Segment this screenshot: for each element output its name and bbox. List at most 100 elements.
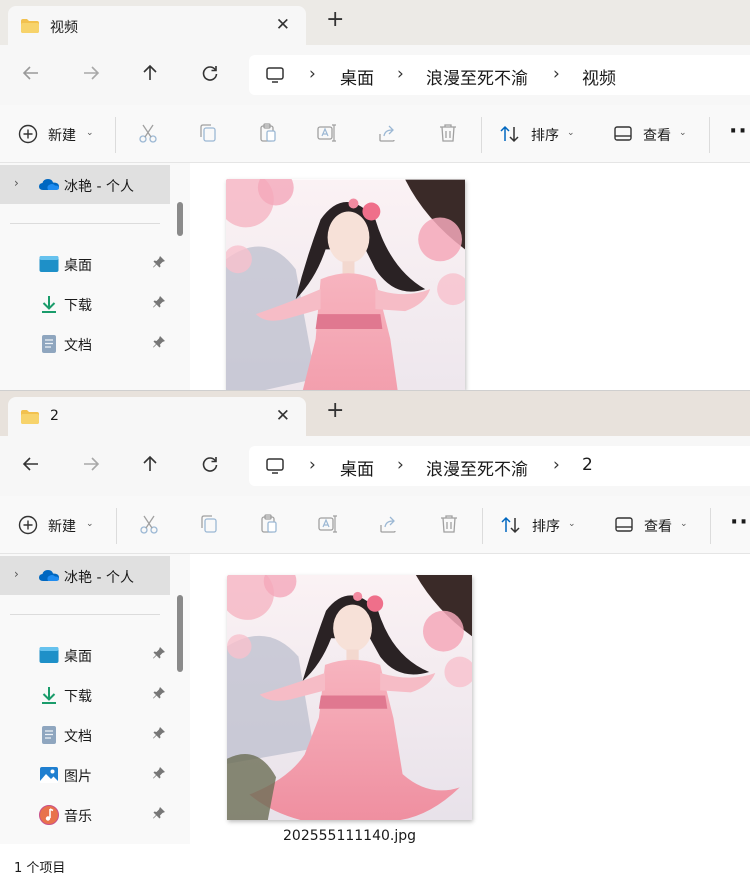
explorer-window-2: 2 ✕ + › 桌面 › 浪漫至死不渝 › 2 新建 ⌄ 排序 ⌄ 查看 ⌄ ·… xyxy=(0,390,750,873)
cut-button[interactable] xyxy=(137,122,161,146)
forward-button[interactable] xyxy=(77,61,105,89)
delete-button[interactable] xyxy=(437,122,461,146)
sidebar-scrollbar[interactable] xyxy=(177,202,183,236)
view-label: 查看 xyxy=(644,519,672,535)
breadcrumb-current[interactable]: 视频 xyxy=(582,64,616,89)
new-button[interactable]: 新建 ⌄ xyxy=(18,122,98,146)
pin-icon xyxy=(153,336,165,348)
sort-icon xyxy=(500,125,519,143)
breadcrumb-desktop[interactable]: 桌面 xyxy=(340,455,374,480)
tab-2[interactable]: 2 ✕ xyxy=(8,397,306,436)
chevron-right-icon[interactable]: › xyxy=(14,567,19,581)
copy-icon xyxy=(200,124,216,142)
sidebar-item-desktop[interactable]: 桌面 xyxy=(0,246,170,282)
breadcrumb-current[interactable]: 2 xyxy=(582,455,593,475)
paste-button[interactable] xyxy=(257,122,281,146)
chevron-down-icon: ⌄ xyxy=(567,128,575,138)
share-icon xyxy=(380,516,396,533)
trash-icon xyxy=(440,124,456,142)
sidebar-item-label: 桌面 xyxy=(64,649,92,665)
music-icon xyxy=(39,805,59,825)
this-pc-icon xyxy=(266,458,284,474)
chevron-right-icon: › xyxy=(553,455,560,475)
sidebar-item-downloads[interactable]: 下载 xyxy=(0,677,170,713)
sort-icon xyxy=(501,516,520,534)
new-tab-button[interactable]: + xyxy=(326,400,344,422)
navigation-pane: › 冰艳 - 个人 桌面 下载 文档 图片 音乐 xyxy=(0,554,190,844)
new-button[interactable]: 新建 ⌄ xyxy=(18,513,98,537)
share-button[interactable] xyxy=(377,122,401,146)
up-button[interactable] xyxy=(136,61,164,89)
copy-button[interactable] xyxy=(197,122,221,146)
sidebar-onedrive-label: 冰艳 - 个人 xyxy=(64,570,134,586)
sidebar-divider xyxy=(10,614,160,615)
address-bar[interactable]: › 桌面 › 浪漫至死不渝 › 2 xyxy=(249,446,750,486)
copy-button[interactable] xyxy=(198,513,222,537)
onedrive-cloud-icon xyxy=(39,179,59,190)
sidebar-item-desktop[interactable]: 桌面 xyxy=(0,637,170,673)
forward-button[interactable] xyxy=(77,452,105,480)
paste-button[interactable] xyxy=(258,513,282,537)
sidebar-item-music[interactable]: 音乐 xyxy=(0,797,170,833)
chevron-right-icon: › xyxy=(553,64,560,84)
view-label: 查看 xyxy=(643,128,671,144)
navigation-pane: › 冰艳 - 个人 桌面 下载 文档 xyxy=(0,163,190,390)
cut-button[interactable] xyxy=(138,513,162,537)
pink-hanfu-girl-image xyxy=(227,575,472,820)
up-button[interactable] xyxy=(136,452,164,480)
trash-icon xyxy=(441,515,457,533)
desktop-icon xyxy=(39,256,59,272)
arrow-up-icon xyxy=(143,455,157,471)
pin-icon xyxy=(153,687,165,699)
more-options-button[interactable]: ··· xyxy=(730,510,750,535)
tab-videos[interactable]: 视频 ✕ xyxy=(8,6,306,45)
new-label: 新建 xyxy=(48,128,76,144)
cut-icon xyxy=(140,515,158,534)
refresh-button[interactable] xyxy=(196,61,224,89)
breadcrumb-folder[interactable]: 浪漫至死不渝 xyxy=(426,455,528,480)
view-button[interactable]: 查看 ⌄ xyxy=(613,122,693,146)
sidebar-item-onedrive[interactable]: › 冰艳 - 个人 xyxy=(0,165,170,204)
close-tab-button[interactable]: ✕ xyxy=(276,406,290,426)
back-button[interactable] xyxy=(17,452,45,480)
arrow-right-icon xyxy=(84,66,100,80)
image-thumbnail[interactable] xyxy=(227,575,472,820)
more-options-button[interactable]: ··· xyxy=(729,119,750,144)
arrow-left-icon xyxy=(22,457,38,471)
new-tab-button[interactable]: + xyxy=(326,9,344,31)
tab-title: 视频 xyxy=(50,20,78,36)
sidebar-item-documents[interactable]: 文档 xyxy=(0,717,170,753)
chevron-down-icon: ⌄ xyxy=(86,519,94,529)
sort-button[interactable]: 排序 ⌄ xyxy=(500,513,580,537)
tab-strip: 2 ✕ + xyxy=(0,391,750,436)
sort-button[interactable]: 排序 ⌄ xyxy=(499,122,579,146)
refresh-icon xyxy=(202,66,218,81)
sidebar-item-downloads[interactable]: 下载 xyxy=(0,286,170,322)
close-tab-button[interactable]: ✕ xyxy=(276,15,290,35)
file-name-label[interactable]: 202555111140.jpg xyxy=(227,828,472,844)
sidebar-item-onedrive[interactable]: › 冰艳 - 个人 xyxy=(0,556,170,595)
copy-icon xyxy=(201,515,217,533)
sidebar-scrollbar[interactable] xyxy=(177,595,183,672)
refresh-button[interactable] xyxy=(196,452,224,480)
rename-button[interactable] xyxy=(317,513,341,537)
address-bar[interactable]: › 桌面 › 浪漫至死不渝 › 视频 xyxy=(249,55,750,95)
pin-icon xyxy=(153,256,165,268)
new-label: 新建 xyxy=(48,519,76,535)
toolbar-divider xyxy=(709,117,710,153)
rename-button[interactable] xyxy=(316,122,340,146)
paste-icon xyxy=(260,123,276,142)
breadcrumb-folder[interactable]: 浪漫至死不渝 xyxy=(426,64,528,89)
breadcrumb-desktop[interactable]: 桌面 xyxy=(340,64,374,89)
sidebar-item-pictures[interactable]: 图片 xyxy=(0,757,170,793)
sidebar-divider xyxy=(10,223,160,224)
sidebar-item-documents[interactable]: 文档 xyxy=(0,326,170,362)
sidebar-item-label: 文档 xyxy=(64,338,92,354)
delete-button[interactable] xyxy=(438,513,462,537)
back-button[interactable] xyxy=(17,61,45,89)
share-button[interactable] xyxy=(378,513,402,537)
chevron-right-icon[interactable]: › xyxy=(14,176,19,190)
plus-circle-icon xyxy=(18,124,38,144)
view-button[interactable]: 查看 ⌄ xyxy=(614,513,694,537)
image-thumbnail[interactable] xyxy=(226,179,465,390)
